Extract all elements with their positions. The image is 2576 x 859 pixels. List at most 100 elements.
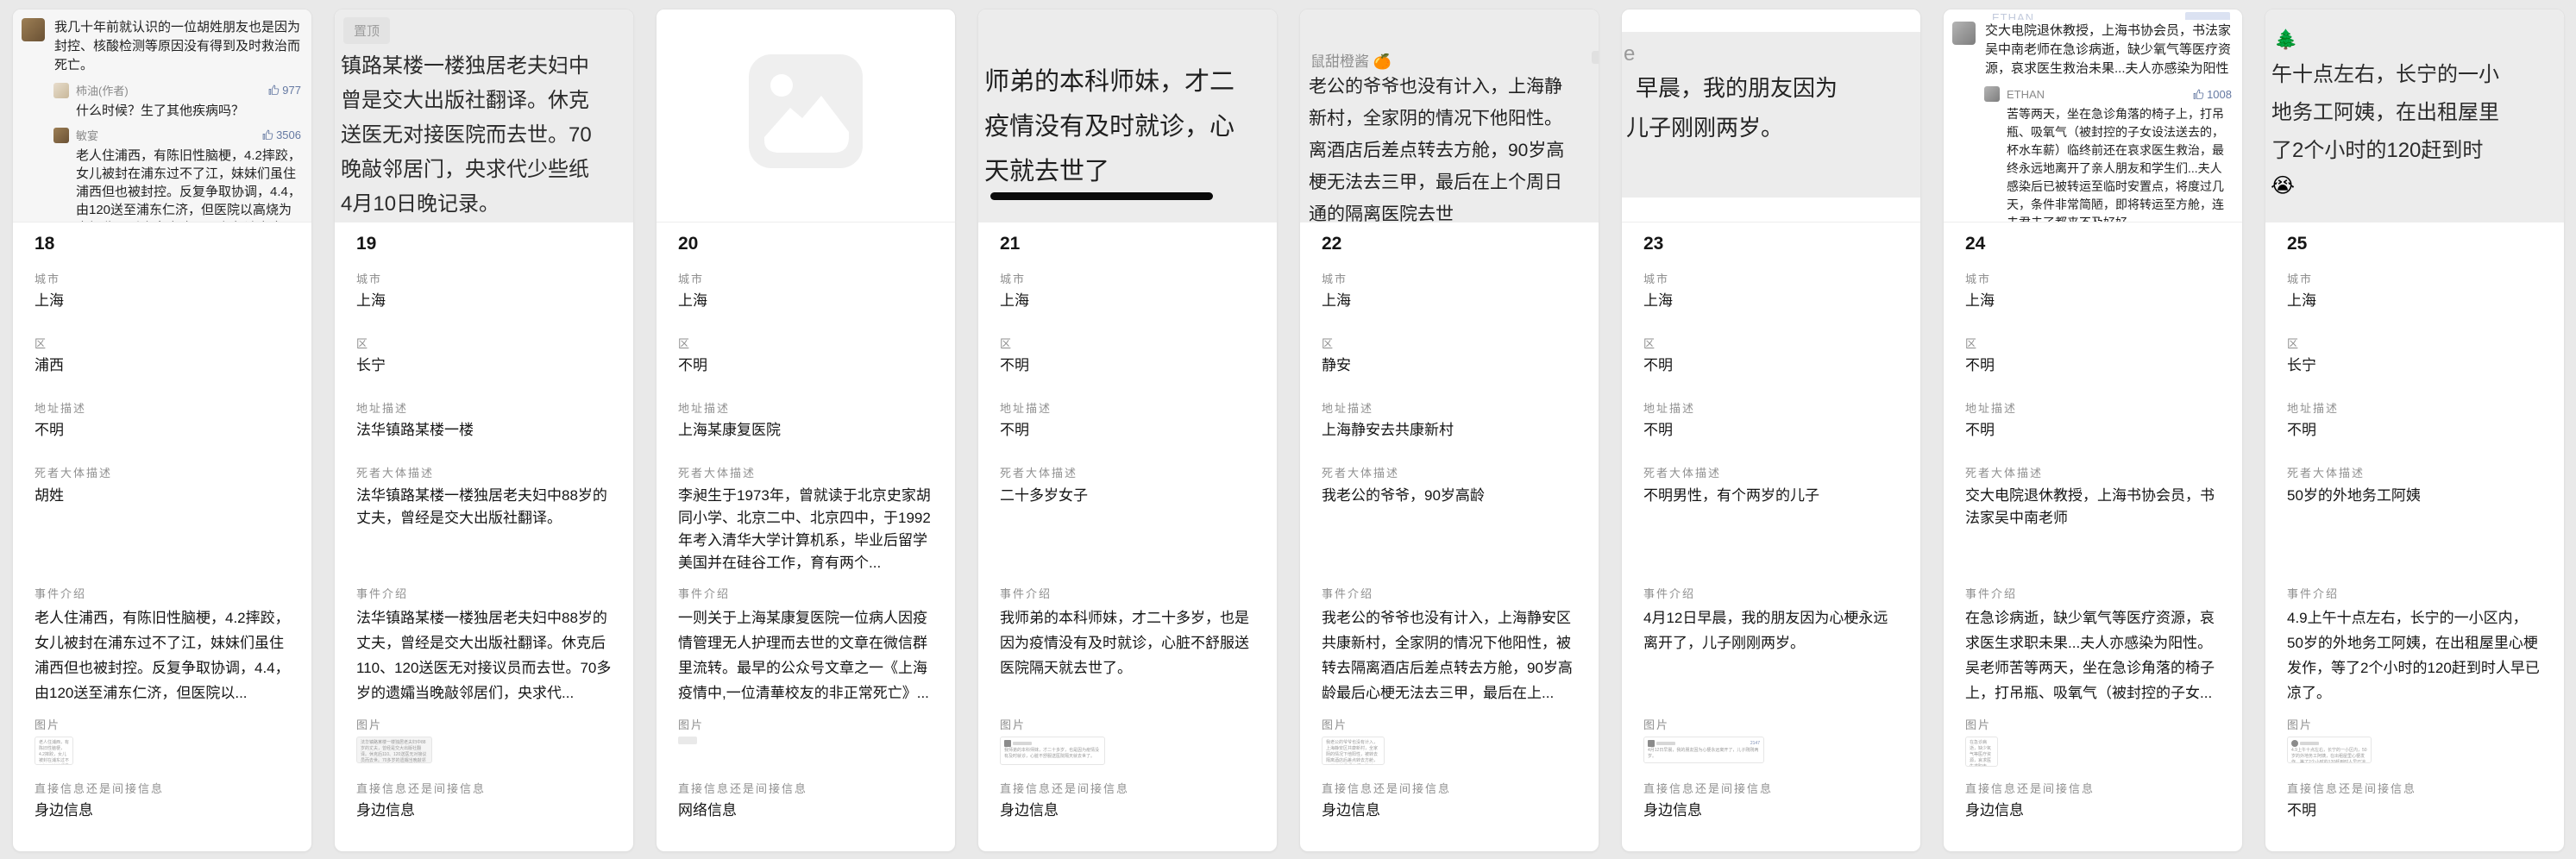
post-screenshot (657, 9, 955, 223)
post-text: 交大电院退休教授，上海书协会员，书法家吴中南老师在急诊病逝，缺少氧气等医疗资源，… (1985, 22, 2232, 78)
field-label-intro: 事件介绍 (356, 585, 612, 599)
record-number: 25 (2287, 234, 2542, 270)
field-value-intro: 4月12日早晨，我的朋友因为心梗永远离开了，儿子刚刚两岁。 (1643, 605, 1899, 655)
field-value-district: 长宁 (2287, 355, 2542, 376)
field-value-address: 不明 (1000, 420, 1255, 441)
post-author: 鼠甜橙酱 🍊 (1300, 9, 1599, 71)
field-value-address: 不明 (1643, 420, 1899, 441)
field-label-deceased: 死者大体描述 (1643, 464, 1899, 478)
record-card-20[interactable]: 20 城市上海 区不明 地址描述上海某康复医院 死者大体描述李昶生于1973年，… (656, 9, 956, 852)
field-value-deceased: 二十多岁女子 (1000, 485, 1255, 507)
image-thumbnail: 我老公的爷爷也没有计入，上海静安区共康新村，全家阴的情况下他阳性，被转去隔离酒店… (1322, 737, 1385, 765)
field-value-deceased: 李昶生于1973年，曾就读于北京史家胡同小学、北京二中、北京四中，于1992年考… (678, 485, 933, 574)
post-text-line: 离酒店后差点转去方舱，90岁高 (1309, 135, 1599, 166)
field-label-direct: 直接信息还是间接信息 (35, 780, 290, 793)
field-label-city: 城市 (1643, 270, 1899, 284)
field-value-city: 上海 (2287, 291, 2542, 311)
field-value-direct: 不明 (2287, 800, 2542, 821)
field-label-direct: 直接信息还是间接信息 (2287, 780, 2542, 793)
field-label-address: 地址描述 (1965, 399, 2221, 413)
field-value-intro: 法华镇路某楼一楼独居老夫妇中88岁的丈夫，曾经是交大出版社翻译。休克后110、1… (356, 605, 612, 705)
post-text-line: 早晨，我的朋友因为 (1622, 68, 1920, 108)
field-value-address: 不明 (1965, 420, 2221, 441)
field-label-intro: 事件介绍 (1322, 585, 1577, 599)
post-text-line: 曾是交大出版社翻译。休克 (341, 84, 633, 118)
field-label-district: 区 (678, 335, 933, 348)
clipped-icon (1592, 51, 1599, 64)
field-value-city: 上海 (1000, 291, 1255, 311)
record-number: 23 (1643, 234, 1899, 270)
post-text-line: 新村，全家阴的情况下他阳性。 (1309, 103, 1599, 135)
field-label-intro: 事件介绍 (2287, 585, 2542, 599)
field-value-address: 法华镇路某楼一楼 (356, 420, 612, 441)
field-value-city: 上海 (1322, 291, 1577, 311)
post-text-line: 了2个小时的120赶到时 (2271, 132, 2564, 170)
avatar (1984, 86, 2000, 102)
comment-author: 柿油(作者) (76, 82, 268, 98)
post-screenshot: 师弟的本科师妹，才二 疫情没有及时就诊，心 天就去世了 (978, 9, 1277, 223)
field-value-district: 不明 (1965, 355, 2221, 376)
field-value-direct: 身边信息 (35, 800, 290, 821)
field-value-deceased: 胡姓 (35, 485, 290, 507)
image-thumbnail: 在急诊病逝，缺少氧气等医疗资源，哀求医生求职未果...夫人亦感染为阳性。吴老师苦… (1965, 737, 1998, 767)
field-value-direct: 身边信息 (356, 800, 612, 821)
field-label-city: 城市 (678, 270, 933, 284)
crying-emoji: 😭 (2271, 173, 2564, 198)
post-screenshot: 置顶 镇路某楼一楼独居老夫妇中 曾是交大出版社翻译。休克 送医无对接医院而去世。… (335, 9, 633, 223)
field-label-direct: 直接信息还是间接信息 (1322, 780, 1577, 793)
field-value-district: 不明 (1643, 355, 1899, 376)
field-value-deceased: 法华镇路某楼一楼独居老夫妇中88岁的丈夫，曾经是交大出版社翻译。 (356, 485, 612, 530)
field-label-direct: 直接信息还是间接信息 (1000, 780, 1255, 793)
like-count: 977 (268, 84, 301, 97)
post-text-line: 儿子刚刚两岁。 (1622, 108, 1920, 147)
post-text-line: 老公的爷爷也没有计入，上海静 (1309, 71, 1599, 103)
field-label-deceased: 死者大体描述 (35, 464, 290, 478)
field-label-intro: 事件介绍 (1000, 585, 1255, 599)
field-label-city: 城市 (1000, 270, 1255, 284)
field-value-city: 上海 (35, 291, 290, 311)
post-text-line: 晚敲邻居门，央求代少些纸 (341, 153, 633, 187)
image-thumbnail: 老人住浦西，有陈旧性脑梗，4.2摔跤，女儿被封在浦东过不了江，妹妹们虽住浦西但也… (35, 737, 73, 765)
field-value-intro: 我师弟的本科师妹，才二十多岁，也是因为疫情没有及时就诊，心脏不舒服送医院隔天就去… (1000, 605, 1255, 680)
field-value-direct: 网络信息 (678, 800, 933, 821)
field-label-image: 图片 (1000, 716, 1255, 730)
field-label-district: 区 (1965, 335, 2221, 348)
record-card-23[interactable]: e 早晨，我的朋友因为 儿子刚刚两岁。 23 城市上海 区不明 地址描述不明 死… (1621, 9, 1921, 852)
thumbs-up-icon (2193, 89, 2204, 100)
thumbs-up-icon (262, 129, 273, 141)
tree-emoji: 🌲 (2265, 9, 2564, 56)
post-text-line: 送医无对接医院而去世。70 (341, 118, 633, 153)
record-card-21[interactable]: 师弟的本科师妹，才二 疫情没有及时就诊，心 天就去世了 21 城市上海 区不明 … (977, 9, 1278, 852)
post-text-line: 通的隔离医院去世 (1309, 198, 1599, 223)
field-label-deceased: 死者大体描述 (2287, 464, 2542, 478)
image-thumbnail: 我师弟的本科师妹，才二十多岁，也是因为疫情没有及时就诊，心脏不舒服送医院隔天就去… (1000, 737, 1105, 765)
field-label-image: 图片 (1965, 716, 2221, 730)
record-card-18[interactable]: 我几十年前就认识的一位胡姓朋友也是因为封控、核酸检测等原因没有得到及时救治而死亡… (12, 9, 312, 852)
record-number: 21 (1000, 234, 1255, 270)
post-text-line: 地务工阿姨，在出租屋里 (2271, 94, 2564, 132)
field-value-city: 上海 (1965, 291, 2221, 311)
field-value-city: 上海 (678, 291, 933, 311)
field-label-city: 城市 (1322, 270, 1577, 284)
field-value-district: 不明 (678, 355, 933, 376)
image-thumbnail: 4.9上午十点左右，长宁的一小区内，50岁的外地务工阿姨，在出租屋里心梗发作，等… (2287, 737, 2372, 763)
post-text-line: 天就去世了 (984, 149, 1277, 194)
like-count: 1008 (2193, 88, 2232, 101)
field-label-city: 城市 (2287, 270, 2542, 284)
field-label-intro: 事件介绍 (35, 585, 290, 599)
field-label-image: 图片 (356, 716, 612, 730)
record-card-22[interactable]: 鼠甜橙酱 🍊 老公的爷爷也没有计入，上海静 新村，全家阴的情况下他阳性。 离酒店… (1299, 9, 1599, 852)
field-label-deceased: 死者大体描述 (1000, 464, 1255, 478)
field-value-city: 上海 (1643, 291, 1899, 311)
record-number: 20 (678, 234, 933, 270)
record-card-24[interactable]: ETHAN 交大电院退休教授，上海书协会员，书法家吴中南老师在急诊病逝，缺少氧气… (1943, 9, 2243, 852)
record-number: 22 (1322, 234, 1577, 270)
post-screenshot: 🌲 午十点左右，长宁的一小 地务工阿姨，在出租屋里 了2个小时的120赶到时 😭 (2265, 9, 2564, 223)
record-card-19[interactable]: 置顶 镇路某楼一楼独居老夫妇中 曾是交大出版社翻译。休克 送医无对接医院而去世。… (334, 9, 634, 852)
record-card-25[interactable]: 🌲 午十点左右，长宁的一小 地务工阿姨，在出租屋里 了2个小时的120赶到时 😭… (2265, 9, 2565, 852)
field-value-address: 上海静安去共康新村 (1322, 420, 1577, 441)
field-value-intro: 一则关于上海某康复医院一位病人因疫情管理无人护理而去世的文章在微信群里流转。最早… (678, 605, 933, 705)
comment-author: 敏宴 (76, 127, 262, 143)
field-value-address: 上海某康复医院 (678, 420, 933, 441)
clipped-author: ETHAN (1992, 11, 2034, 20)
